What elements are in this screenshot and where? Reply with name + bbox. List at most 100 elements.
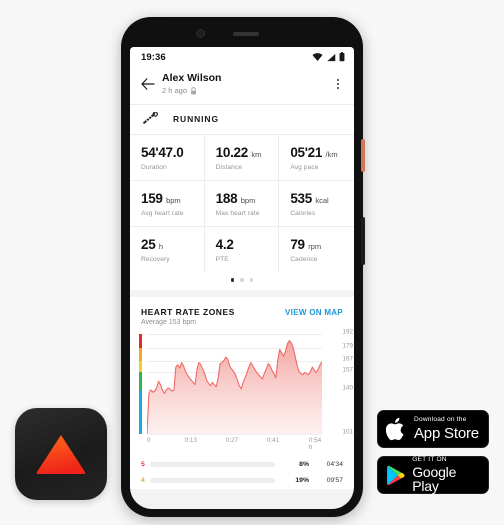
header-text-group: Alex Wilson 2 h ago (162, 72, 331, 96)
metric-recovery: 25 h Recovery (130, 227, 205, 272)
suunto-app-icon[interactable] (15, 408, 107, 500)
metric-unit: bpm (240, 196, 256, 205)
metric-duration: 54'47.0 Duration (130, 135, 205, 181)
metric-label: Duration (141, 164, 167, 171)
zone-progress-track (150, 462, 275, 467)
x-tick: 0:54 h (308, 436, 322, 451)
metric-cadence: 79 rpm Cadence (279, 227, 354, 272)
zone-row-4[interactable]: 4 19% 09'57 (141, 473, 343, 489)
phone-screen: 19:36 Alex Wilson 2 h ago RUNNING 54'47.… (130, 47, 354, 509)
pager-dots[interactable] (130, 272, 354, 290)
metrics-grid: 54'47.0 Duration 10.22 km Distance 05'21… (130, 135, 354, 272)
status-bar-icons (312, 52, 345, 62)
metric-label: Avg heart rate (141, 210, 184, 217)
chart-y-axis: 192 179 167 157 140 101 (326, 328, 354, 435)
metric-calories: 535 kcal Calories (279, 181, 354, 227)
x-tick: 0 (147, 436, 151, 444)
y-tick: 179 (342, 342, 353, 349)
hr-zones-title: HEART RATE ZONES (141, 306, 235, 317)
metric-value: 79 (290, 237, 305, 252)
heart-rate-zones-card: HEART RATE ZONES Average 153 bpm VIEW ON… (130, 296, 354, 489)
metric-unit: rpm (308, 242, 322, 251)
zone-row-5[interactable]: 5 8% 04'34 (141, 457, 343, 473)
metric-distance: 10.22 km Distance (204, 135, 280, 181)
hr-zones-header: HEART RATE ZONES Average 153 bpm VIEW ON… (130, 297, 354, 332)
zone-progress-track (150, 478, 275, 483)
status-bar: 19:36 (130, 47, 354, 67)
activity-timestamp: 2 h ago (162, 86, 188, 95)
apple-logo-icon (386, 417, 404, 440)
x-tick: 0:27 (225, 436, 239, 444)
power-button[interactable] (361, 139, 365, 172)
battery-icon (339, 52, 345, 62)
metric-avg-heart-rate: 159 bpm Avg heart rate (130, 181, 205, 227)
zone-color-strip (139, 333, 142, 434)
phone-top-bezel (121, 17, 363, 50)
zone-number: 5 (141, 461, 145, 468)
zone-time: 09'57 (326, 477, 343, 484)
zone-strip-2 (139, 371, 142, 390)
y-tick: 192 (342, 328, 353, 335)
pager-dot-1[interactable] (230, 278, 235, 282)
metric-label: Calories (290, 210, 316, 217)
metric-value: 159 (141, 191, 163, 206)
app-store-text: Download on the App Store (414, 417, 479, 441)
wifi-icon (312, 53, 323, 61)
metric-unit: kcal (315, 196, 329, 205)
metric-unit: km (251, 150, 262, 159)
metric-avg-pace: 05'21 /km Avg pace (279, 135, 354, 181)
hr-zones-subtitle: Average 153 bpm (141, 318, 197, 326)
metric-pte: 4.2 PTE (205, 227, 280, 272)
view-on-map-link[interactable]: VIEW ON MAP (285, 308, 343, 317)
signal-icon (327, 53, 336, 61)
zone-percent: 8% (299, 461, 309, 468)
status-bar-time: 19:36 (141, 51, 166, 63)
metric-unit: bpm (166, 196, 181, 205)
y-tick: 157 (342, 366, 353, 373)
zone-time: 04'34 (326, 461, 343, 468)
metric-value: 10.22 (215, 145, 249, 160)
y-tick: 140 (342, 384, 353, 391)
google-play-badge[interactable]: GET IT ON Google Play (377, 456, 489, 494)
metrics-card: 54'47.0 Duration 10.22 km Distance 05'21… (130, 135, 354, 290)
front-camera-icon (196, 29, 205, 38)
chart-plot-area (139, 333, 322, 435)
metric-label: Max heart rate (215, 210, 260, 217)
zone-strip-3 (139, 360, 142, 372)
heart-rate-trace (147, 334, 322, 434)
pager-dot-2[interactable] (240, 278, 244, 282)
metric-label: Cadence (290, 256, 318, 263)
x-tick: 0:41 (266, 436, 280, 444)
zone-strip-1 (139, 389, 142, 434)
metric-label: PTE (215, 256, 229, 263)
phone-mockup: 19:36 Alex Wilson 2 h ago RUNNING 54'47.… (121, 17, 365, 517)
zone-strip-4 (139, 347, 142, 361)
triangle-icon (36, 435, 86, 474)
lock-icon (191, 86, 196, 94)
app-store-badge[interactable]: Download on the App Store (377, 410, 489, 448)
x-tick: 0:13 (184, 436, 197, 444)
y-tick: 101 (342, 428, 353, 435)
zone-strip-5 (139, 333, 142, 348)
google-play-text: GET IT ON Google Play (412, 456, 480, 493)
back-arrow-icon[interactable] (139, 75, 157, 93)
chart-x-axis: 0 0:13 0:27 0:41 0:54 h (147, 434, 322, 451)
y-tick: 167 (342, 355, 353, 362)
kebab-menu-icon[interactable] (331, 74, 345, 94)
hr-zones-title-group: HEART RATE ZONES Average 153 bpm (141, 307, 235, 326)
metric-value: 05'21 (290, 145, 323, 160)
metric-value: 54'47.0 (141, 145, 184, 160)
heart-rate-chart: 192 179 167 157 140 101 0 0:13 0:27 0:41… (130, 328, 354, 454)
metric-unit: h (158, 242, 164, 251)
volume-button[interactable] (361, 217, 365, 265)
metric-value: 25 (141, 237, 156, 252)
sport-label: RUNNING (173, 114, 219, 124)
activity-timestamp-row: 2 h ago (162, 85, 331, 96)
metric-value: 535 (290, 191, 312, 206)
pager-dot-3[interactable] (249, 278, 254, 282)
google-play-icon (387, 465, 405, 485)
user-name: Alex Wilson (162, 72, 222, 84)
sport-type-row: RUNNING (130, 105, 354, 135)
zone-percent: 19% (295, 477, 309, 484)
metric-label: Recovery (141, 256, 170, 263)
